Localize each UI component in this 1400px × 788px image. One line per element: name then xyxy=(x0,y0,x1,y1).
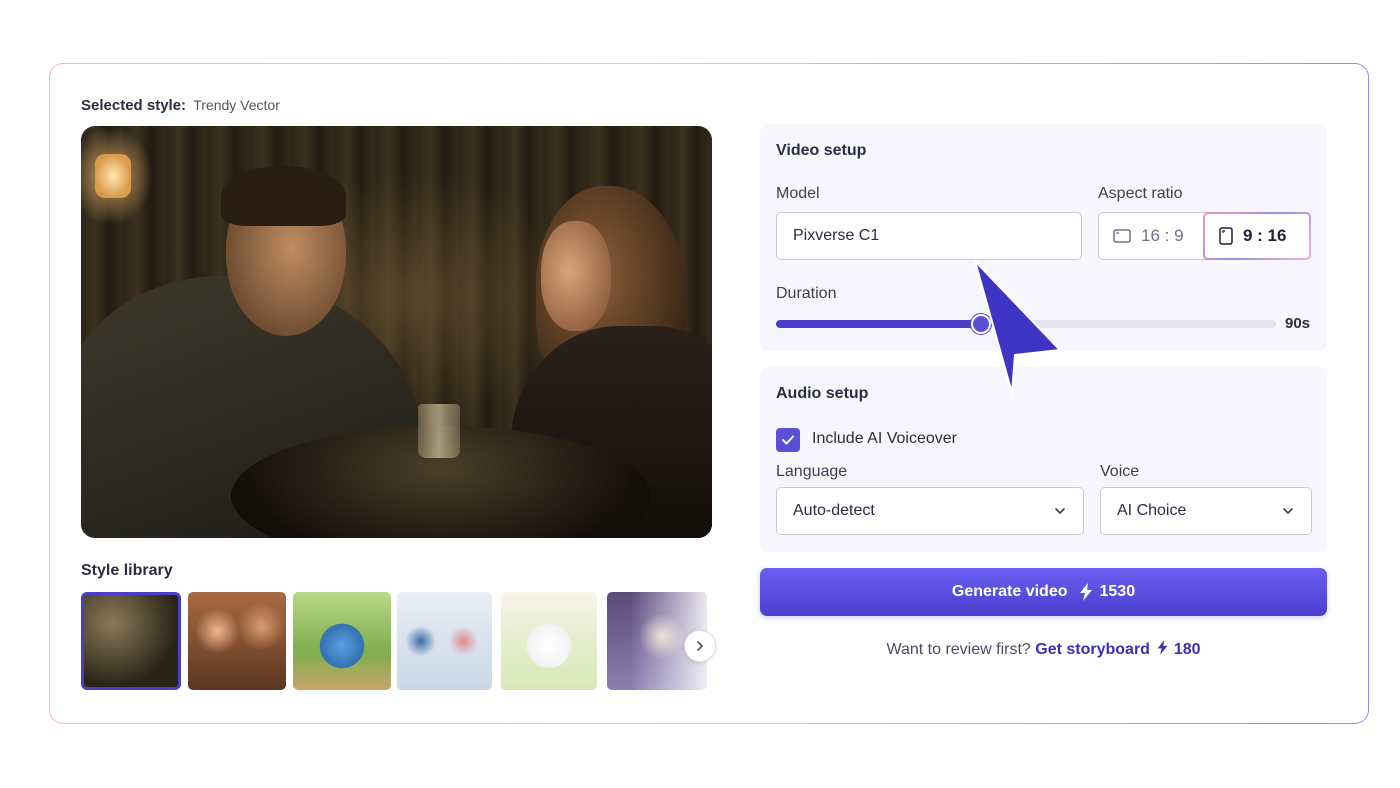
style-library-next-button[interactable] xyxy=(684,630,716,662)
selected-style-line: Selected style: Trendy Vector xyxy=(81,97,280,114)
style-thumbnail-flat-office[interactable] xyxy=(397,592,492,690)
checkmark-icon xyxy=(782,435,794,445)
model-select[interactable]: Pixverse C1 xyxy=(776,212,1082,260)
man-hair xyxy=(221,166,346,226)
voice-select[interactable]: AI Choice xyxy=(1100,487,1312,535)
selected-style-value: Trendy Vector xyxy=(193,97,280,113)
aspect-ratio-16-9-option[interactable]: 16 : 9 xyxy=(1099,213,1203,259)
mouse-pointer-icon xyxy=(974,260,1061,394)
lightning-icon xyxy=(1158,640,1168,655)
model-value: Pixverse C1 xyxy=(793,227,880,244)
video-setup-title: Video setup xyxy=(776,142,867,159)
language-value: Auto-detect xyxy=(793,502,875,519)
language-label: Language xyxy=(776,463,848,480)
style-library-title: Style library xyxy=(81,562,173,579)
aspect-ratio-toggle: 16 : 9 9 : 16 xyxy=(1098,212,1311,260)
language-select[interactable]: Auto-detect xyxy=(776,487,1084,535)
woman-face xyxy=(541,221,611,331)
audio-setup-title: Audio setup xyxy=(776,385,869,402)
voice-value: AI Choice xyxy=(1117,502,1187,519)
style-library-thumbnails xyxy=(81,592,707,690)
review-prompt: Want to review first? xyxy=(886,641,1031,658)
storyboard-cost: 180 xyxy=(1173,641,1201,658)
style-preview-image xyxy=(81,126,712,538)
review-storyboard-line: Want to review first? Get storyboard 180 xyxy=(760,639,1327,659)
style-thumbnail-sketch-dog[interactable] xyxy=(501,592,597,690)
generate-video-label: Generate video xyxy=(951,583,1068,600)
card-body: Selected style: Trendy Vector Style libr… xyxy=(50,64,1368,723)
generate-video-button[interactable]: Generate video 1530 xyxy=(760,568,1327,616)
portrait-icon xyxy=(1219,227,1233,245)
aspect-ratio-9-16-label: 9 : 16 xyxy=(1243,226,1287,245)
video-generator-card: Selected style: Trendy Vector Style libr… xyxy=(49,63,1369,724)
duration-value: 90s xyxy=(1285,315,1311,332)
generate-cost: 1530 xyxy=(1099,583,1136,600)
lightning-icon xyxy=(1079,583,1092,601)
voice-label: Voice xyxy=(1100,463,1140,480)
duration-label: Duration xyxy=(776,285,837,302)
style-thumbnail-3d-robot[interactable] xyxy=(293,592,391,690)
lamp-light xyxy=(95,154,131,198)
style-thumbnail-cinematic[interactable] xyxy=(81,592,181,690)
style-thumbnail-cartoon-family[interactable] xyxy=(188,592,286,690)
model-label: Model xyxy=(776,185,820,202)
get-storyboard-link[interactable]: Get storyboard xyxy=(1035,641,1150,658)
aspect-ratio-label: Aspect ratio xyxy=(1098,185,1183,202)
voiceover-label[interactable]: Include AI Voiceover xyxy=(812,430,957,448)
aspect-ratio-9-16-option[interactable]: 9 : 16 xyxy=(1203,212,1311,260)
chevron-down-icon xyxy=(1283,508,1293,514)
landscape-icon xyxy=(1113,229,1131,243)
aspect-ratio-16-9-label: 16 : 9 xyxy=(1141,226,1184,245)
selected-style-label: Selected style: xyxy=(81,97,187,114)
voiceover-checkbox[interactable] xyxy=(776,428,800,452)
chevron-down-icon xyxy=(1055,508,1065,514)
drinking-glass xyxy=(418,404,460,458)
chevron-right-icon xyxy=(697,641,703,651)
